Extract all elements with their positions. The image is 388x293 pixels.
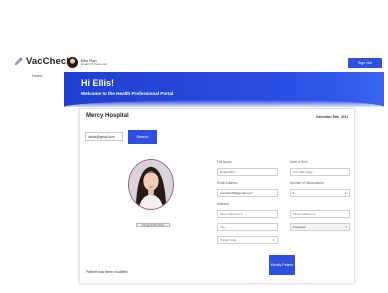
chevron-down-icon: ▾ xyxy=(345,225,347,229)
banner-greeting: Hi Ellis! xyxy=(81,78,115,88)
patient-portrait-icon xyxy=(129,160,173,209)
email-label: Email Address xyxy=(217,181,238,185)
banner-subtitle: Welcome to the Health Professional Porta… xyxy=(81,91,174,96)
hospital-name: Mercy Hospital xyxy=(86,113,129,119)
change-photo-button[interactable]: Change Profile Photo xyxy=(136,223,170,227)
status-message: Patient has been modified xyxy=(86,270,128,274)
vaccinations-stepper[interactable]: 0 ⇕ xyxy=(290,189,350,197)
vaccine-logo-icon xyxy=(14,57,23,66)
postal-code-field[interactable]: ⇕ xyxy=(217,236,278,244)
postal-code-input[interactable] xyxy=(219,238,260,242)
street-address-2-field[interactable] xyxy=(290,210,350,218)
stepper-icon[interactable]: ⇕ xyxy=(272,238,275,242)
sign-out-button[interactable]: Sign Out xyxy=(348,58,382,68)
full-name-field[interactable] xyxy=(217,168,278,176)
street-address-1-field[interactable] xyxy=(217,210,278,218)
patient-photo xyxy=(128,159,174,210)
user-profile[interactable]: Ellis Pian Health Professional xyxy=(67,57,107,68)
brand[interactable]: VacCheck xyxy=(14,56,72,67)
avatar xyxy=(67,57,78,68)
vaccinations-label: Number of Vaccinations xyxy=(290,181,324,185)
current-date: December 15th, 2021 xyxy=(316,115,348,119)
user-role: Health Professional xyxy=(81,61,108,66)
nav-home-link[interactable]: Home xyxy=(32,73,43,78)
vaccinations-value: 0 xyxy=(292,191,295,195)
address-label: Address xyxy=(217,202,229,206)
modify-patient-button[interactable]: Modify Patient xyxy=(269,255,295,275)
patient-card: Mercy Hospital December 15th, 2021 Searc… xyxy=(79,108,355,284)
search-input[interactable] xyxy=(85,132,123,141)
dob-label: Date of Birth xyxy=(290,160,308,164)
city-field[interactable] xyxy=(217,223,278,231)
search-button[interactable]: Search xyxy=(128,130,157,144)
dob-field[interactable] xyxy=(290,168,350,176)
welcome-banner: Hi Ellis! Welcome to the Health Professi… xyxy=(64,72,384,107)
email-field[interactable] xyxy=(217,189,278,197)
state-select[interactable]: Arkansas ▾ xyxy=(290,223,350,231)
page: VacCheck Home Ellis Pian Health Professi… xyxy=(0,0,388,293)
brand-name: VacCheck xyxy=(26,56,72,67)
stepper-icon[interactable]: ⇕ xyxy=(344,191,347,195)
full-name-label: Full Name xyxy=(217,160,232,164)
state-value: Arkansas xyxy=(292,225,306,229)
user-text: Ellis Pian Health Professional xyxy=(81,59,107,67)
